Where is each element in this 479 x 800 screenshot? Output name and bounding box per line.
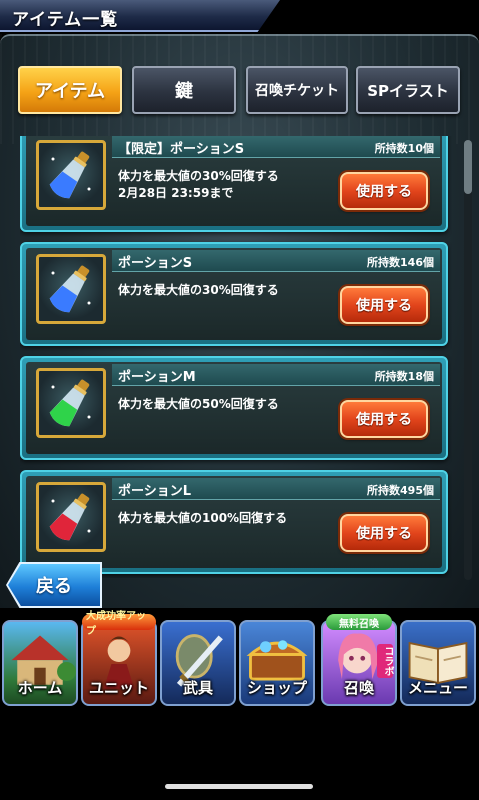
item-count: 所持数146個 <box>367 256 434 269</box>
item-effect: 体力を最大値の100%回復する <box>118 511 288 525</box>
free-summon-badge: 無料召喚 <box>326 614 392 630</box>
scrollbar-track[interactable] <box>464 140 472 580</box>
nav-label: 武具 <box>182 679 213 697</box>
use-button[interactable]: 使用する <box>340 514 428 552</box>
item-name: ポーションM <box>118 370 196 385</box>
item-card: 【限定】ポーションS 所持数10個 体力を最大値の30%回復する 2月28日 2… <box>20 136 448 232</box>
header-bar: アイテム一覧 <box>0 0 479 34</box>
nav-home[interactable]: ホーム <box>2 620 78 706</box>
back-button[interactable]: 戻る <box>8 564 100 606</box>
item-card: ポーションM 所持数18個 体力を最大値の50%回復する 使用する <box>20 356 448 460</box>
nav-menu[interactable]: メニュー <box>400 620 476 706</box>
item-description: 体力を最大値の30%回復する 2月28日 23:59まで <box>118 168 279 202</box>
use-button[interactable]: 使用する <box>340 286 428 324</box>
potion-icon <box>36 482 106 552</box>
item-name: ポーションS <box>118 256 193 271</box>
item-name: 【限定】ポーションS <box>118 142 245 157</box>
success-rate-badge: 大成功率アップ <box>82 611 156 637</box>
use-button[interactable]: 使用する <box>340 172 428 210</box>
potion-icon <box>36 368 106 438</box>
scrollbar-thumb[interactable] <box>464 140 472 194</box>
item-name: ポーションL <box>118 484 192 499</box>
nav-label: 召喚 <box>343 679 374 697</box>
nav-label: ホーム <box>17 679 63 697</box>
tab-sp-illust[interactable]: SPイラスト <box>356 66 460 114</box>
item-expiry: 2月28日 23:59まで <box>118 186 234 200</box>
item-card: ポーションS 所持数146個 体力を最大値の30%回復する 使用する <box>20 242 448 346</box>
nav-summon[interactable]: 召喚 コラボ <box>321 620 397 706</box>
collab-badge: コラボ <box>377 644 393 678</box>
nav-shop[interactable]: ショップ <box>239 620 315 706</box>
nav-label: メニュー <box>407 679 468 697</box>
item-count: 所持数18個 <box>374 370 434 383</box>
item-count: 所持数10個 <box>374 142 434 155</box>
potion-icon <box>36 140 106 210</box>
item-count: 所持数495個 <box>367 484 434 497</box>
use-button[interactable]: 使用する <box>340 400 428 438</box>
potion-icon <box>36 254 106 324</box>
home-indicator[interactable] <box>165 784 313 789</box>
item-description: 体力を最大値の30%回復する <box>118 282 279 299</box>
tab-summon-tickets[interactable]: 召喚チケット <box>246 66 348 114</box>
tab-keys[interactable]: 鍵 <box>132 66 236 114</box>
item-description: 体力を最大値の50%回復する <box>118 396 279 413</box>
nav-label: ユニット <box>88 679 149 697</box>
item-effect: 体力を最大値の50%回復する <box>118 397 279 411</box>
item-card: ポーションL 所持数495個 体力を最大値の100%回復する 使用する <box>20 470 448 574</box>
item-effect: 体力を最大値の30%回復する <box>118 169 279 183</box>
tab-items[interactable]: アイテム <box>18 66 122 114</box>
nav-label: ショップ <box>246 679 307 697</box>
page-title: アイテム一覧 <box>12 10 119 30</box>
item-effect: 体力を最大値の30%回復する <box>118 283 279 297</box>
item-list[interactable]: 【限定】ポーションS 所持数10個 体力を最大値の30%回復する 2月28日 2… <box>20 136 452 578</box>
nav-equipment[interactable]: 武具 <box>160 620 236 706</box>
item-description: 体力を最大値の100%回復する <box>118 510 287 527</box>
